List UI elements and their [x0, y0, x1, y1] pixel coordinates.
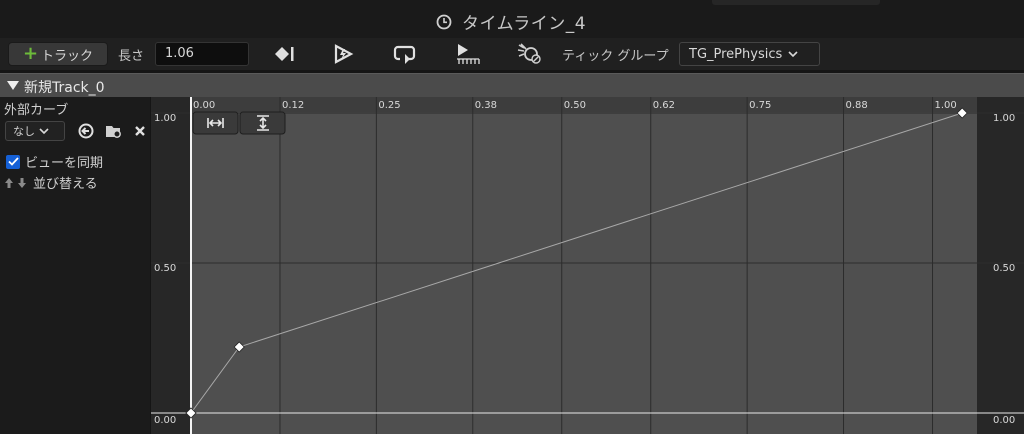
curve-chart[interactable]: 0.00 0.12 0.25 0.38 0.50 0.62 0.75 0.88 1.00 0.00…: [151, 97, 1024, 434]
x-tick-label: 0.50: [564, 100, 586, 111]
x-tick-label: 0.00: [193, 100, 215, 111]
sort-row[interactable]: 並び替える: [4, 173, 98, 192]
x-tick-label: 0.75: [749, 100, 771, 111]
length-label: 長さ: [118, 49, 145, 64]
check-icon: [7, 157, 19, 166]
replicated-icon[interactable]: [514, 42, 544, 66]
plus-icon: +: [22, 43, 39, 64]
clear-icon[interactable]: [131, 122, 149, 140]
keyframe-end-icon[interactable]: [269, 42, 299, 66]
track-name[interactable]: 新規Track_0: [24, 77, 105, 97]
y-tick-label-right: 0.50: [993, 263, 1015, 274]
y-tick-label-right: 1.00: [993, 113, 1015, 124]
tick-group-value: TG_PrePhysics: [689, 46, 783, 62]
y-tick-label-left: 1.00: [154, 113, 176, 124]
external-curve-select[interactable]: なし: [5, 121, 65, 141]
sync-view-checkbox[interactable]: [6, 154, 20, 169]
track-header[interactable]: 新規Track_0: [0, 73, 1024, 97]
curve-select-value: なし: [13, 125, 35, 138]
track-side-panel: 外部カーブ なし ビューを同期 並び替える: [0, 97, 150, 434]
collapse-triangle-icon[interactable]: [6, 80, 20, 91]
tick-group-label: ティック グループ: [562, 49, 669, 64]
autoplay-icon[interactable]: [328, 42, 358, 66]
arrow-down-icon[interactable]: [17, 177, 27, 189]
y-tick-label-left: 0.00: [154, 415, 176, 426]
arrow-up-icon[interactable]: [4, 177, 14, 189]
loop-icon[interactable]: [390, 42, 420, 66]
sync-view-label: ビューを同期: [25, 156, 104, 171]
add-track-button[interactable]: + トラック: [8, 42, 108, 66]
length-input[interactable]: 1.06: [155, 42, 249, 66]
x-tick-label: 0.62: [653, 100, 675, 111]
toolbar: + トラック 長さ 1.06 ティック グループ TG_PrePhysics: [0, 38, 1024, 70]
external-curve-label: 外部カーブ: [4, 103, 69, 118]
last-keyframe-icon[interactable]: [453, 42, 483, 66]
y-tick-label-right: 0.00: [993, 415, 1015, 426]
browse-asset-icon[interactable]: [105, 122, 123, 140]
sort-label: 並び替える: [33, 177, 98, 192]
clock-icon: [436, 14, 452, 29]
sync-view-checkbox-row[interactable]: ビューを同期: [6, 152, 103, 171]
plot-area: [191, 97, 977, 434]
x-tick-label: 0.38: [475, 100, 497, 111]
x-tick-label: 0.25: [378, 100, 400, 111]
x-tick-label: 0.88: [846, 100, 868, 111]
y-tick-label-left: 0.50: [154, 263, 176, 274]
tick-group-select[interactable]: TG_PrePhysics: [679, 42, 820, 66]
chevron-down-icon: [788, 50, 798, 57]
use-selected-asset-icon[interactable]: [77, 122, 95, 140]
title-bar: タイムライン_4: [0, 0, 1024, 39]
top-search-strip: [712, 0, 880, 5]
x-tick-label: 0.12: [282, 100, 304, 111]
window-title: タイムライン_4: [436, 9, 586, 34]
window-title-text: タイムライン_4: [462, 14, 587, 34]
add-track-label: トラック: [41, 48, 94, 64]
curve-graph[interactable]: 0.00 0.12 0.25 0.38 0.50 0.62 0.75 0.88 1.00 0.00…: [151, 97, 1024, 434]
x-tick-label: 1.00: [935, 100, 957, 111]
chevron-down-icon: [39, 127, 49, 134]
